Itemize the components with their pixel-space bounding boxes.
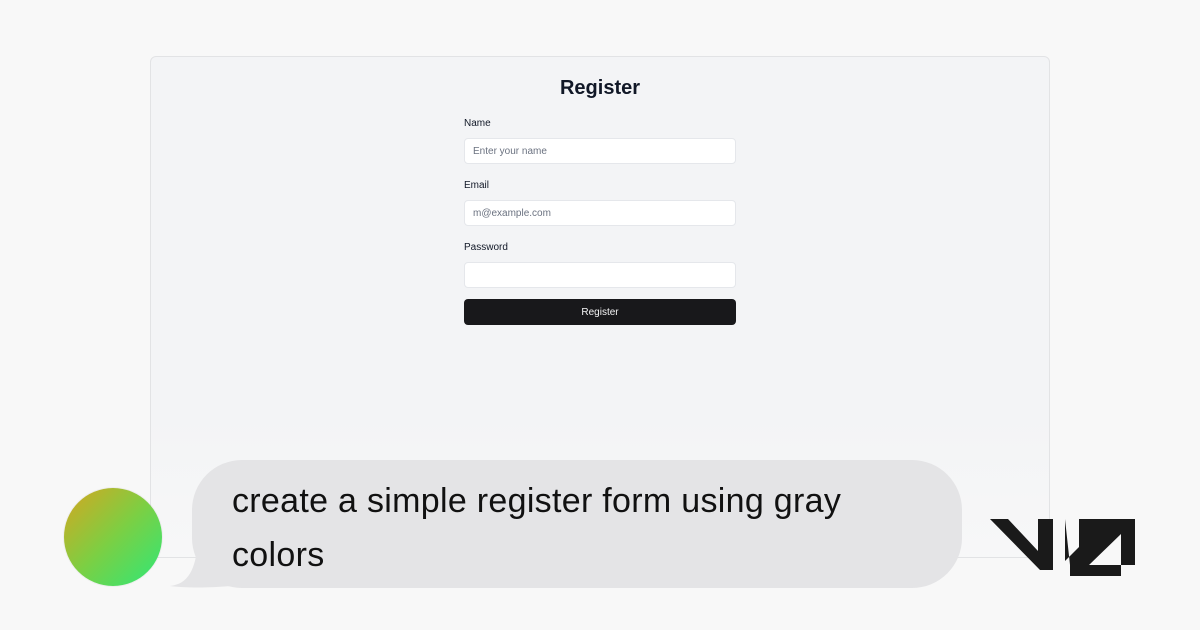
email-input[interactable]: [464, 200, 736, 226]
email-label: Email: [464, 180, 490, 191]
chat-prompt-text: create a simple register form using gray…: [232, 482, 842, 574]
password-label: Password: [464, 242, 508, 253]
name-input[interactable]: [464, 138, 736, 164]
v0-logo-icon: [990, 519, 1135, 576]
register-form: Name Email Password Register: [464, 117, 736, 325]
chat-bubble: create a simple register form using gray…: [192, 460, 962, 588]
password-input[interactable]: [464, 262, 736, 288]
user-avatar: [64, 488, 162, 586]
name-label: Name: [464, 118, 491, 129]
page-title: Register: [559, 77, 641, 99]
register-button[interactable]: Register: [464, 299, 736, 325]
